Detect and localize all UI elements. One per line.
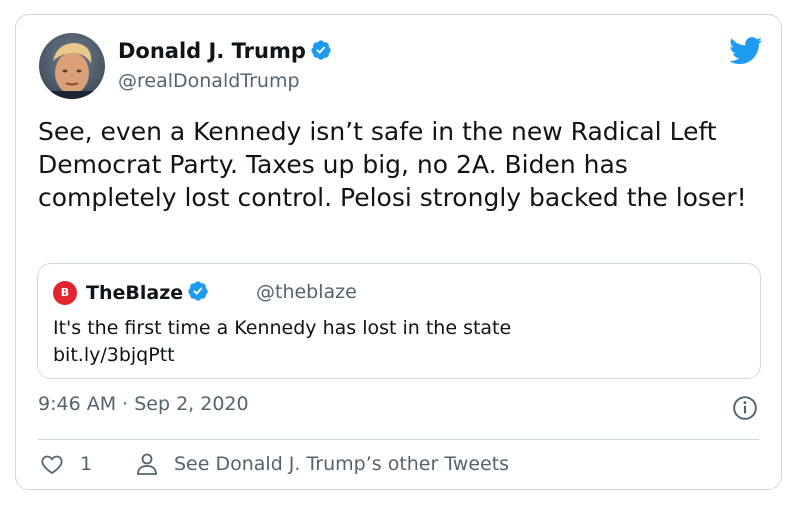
tweet-timestamp[interactable]: 9:46 AM · Sep 2, 2020	[38, 393, 249, 415]
info-icon[interactable]	[732, 395, 758, 421]
heart-icon	[41, 455, 63, 475]
quoted-author-handle[interactable]: @theblaze	[256, 281, 357, 303]
verified-badge-icon	[311, 40, 331, 60]
quoted-tweet-text-line: It's the first time a Kennedy has lost i…	[53, 317, 512, 339]
author-avatar[interactable]	[39, 33, 105, 99]
quoted-tweet-text: It's the first time a Kennedy has lost i…	[53, 315, 743, 369]
other-tweets-label[interactable]: See Donald J. Trump’s other Tweets	[174, 453, 509, 475]
divider	[38, 439, 759, 440]
twitter-bird-icon[interactable]	[729, 37, 763, 65]
quoted-author-avatar[interactable]: B	[53, 281, 77, 305]
tweet-card[interactable]: Donald J. Trump @realDonaldTrump See, ev…	[15, 14, 782, 490]
author-handle[interactable]: @realDonaldTrump	[118, 70, 300, 92]
author-name[interactable]: Donald J. Trump	[118, 39, 306, 63]
verified-badge-icon	[188, 281, 208, 301]
author-name-row[interactable]: Donald J. Trump	[118, 39, 332, 63]
other-tweets-link[interactable]: See Donald J. Trump’s other Tweets	[136, 452, 509, 476]
like-count: 1	[80, 453, 93, 475]
quoted-tweet-link[interactable]: bit.ly/3bjqPtt	[53, 342, 743, 369]
quoted-author-name-row[interactable]: TheBlaze	[86, 280, 209, 304]
quoted-tweet[interactable]: B TheBlaze @theblaze It's the first time…	[37, 263, 761, 379]
tweet-text: See, even a Kennedy isn’t safe in the ne…	[38, 117, 747, 212]
person-icon	[137, 453, 157, 475]
quoted-author-name[interactable]: TheBlaze	[86, 282, 183, 304]
like-button[interactable]: 1	[40, 452, 92, 476]
